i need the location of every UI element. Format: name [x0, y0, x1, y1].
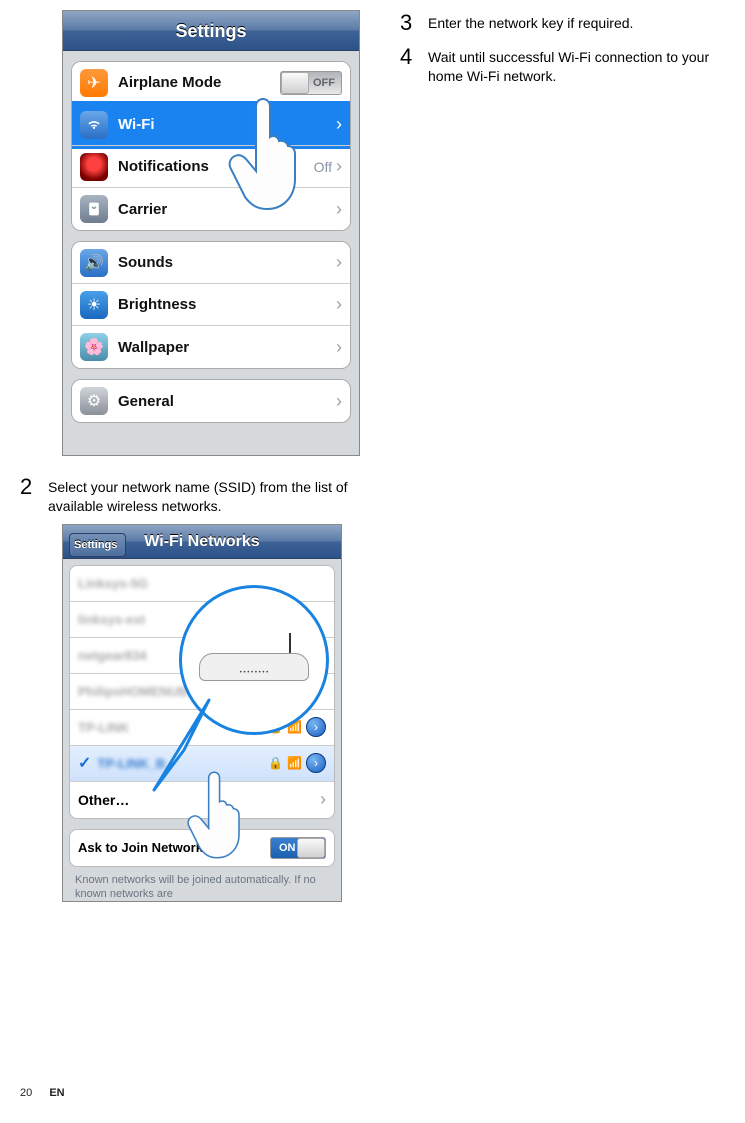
row-wifi[interactable]: Wi-Fi › — [72, 104, 350, 146]
step-number: 4 — [400, 44, 428, 86]
settings-group-3: ⚙ General › — [71, 379, 351, 423]
settings-screenshot: Settings ✈ Airplane Mode OFF Wi-Fi — [62, 10, 360, 456]
row-label: Wi-Fi — [118, 116, 332, 133]
brightness-icon: ☀ — [80, 291, 108, 319]
row-label: Carrier — [118, 201, 332, 218]
chevron-icon: › — [336, 199, 342, 220]
chevron-icon: › — [336, 391, 342, 412]
navbar-title: Wi-Fi Networks — [144, 533, 259, 550]
step-4: 4 Wait until successful Wi-Fi connection… — [400, 44, 725, 86]
ask-label: Ask to Join Networks — [78, 840, 270, 855]
checkmark-icon: ✓ — [78, 753, 91, 773]
navbar: Settings — [63, 11, 359, 51]
navbar-title: Settings — [175, 21, 246, 41]
lock-icon: 🔒 — [268, 756, 283, 770]
ask-to-join-group: Ask to Join Networks ON — [69, 829, 335, 867]
row-sounds[interactable]: 🔊 Sounds › — [72, 242, 350, 284]
toggle-knob — [297, 838, 325, 858]
language-code: EN — [49, 1087, 64, 1099]
row-airplane-mode[interactable]: ✈ Airplane Mode OFF — [72, 62, 350, 104]
general-icon: ⚙ — [80, 387, 108, 415]
chevron-icon: › — [320, 789, 326, 810]
settings-group-2: 🔊 Sounds › ☀ Brightness › 🌸 Wallpaper › — [71, 241, 351, 369]
row-notifications[interactable]: Notifications Off › — [72, 146, 350, 188]
step-number: 3 — [400, 10, 428, 36]
step-text: Enter the network key if required. — [428, 10, 633, 36]
settings-group-1: ✈ Airplane Mode OFF Wi-Fi › Not — [71, 61, 351, 231]
navbar: Settings Wi-Fi Networks — [63, 525, 341, 559]
footnote: Known networks will be joined automatica… — [75, 873, 329, 901]
row-wallpaper[interactable]: 🌸 Wallpaper › — [72, 326, 350, 368]
row-label: Sounds — [118, 254, 332, 271]
row-label: General — [118, 393, 332, 410]
chevron-icon: › — [336, 114, 342, 135]
toggle-knob — [281, 72, 309, 94]
notifications-icon — [80, 153, 108, 181]
chevron-icon: › — [336, 337, 342, 358]
row-value: Off — [314, 159, 332, 175]
step-number: 2 — [20, 474, 48, 516]
step-text: Select your network name (SSID) from the… — [48, 474, 360, 516]
router-callout — [179, 585, 349, 755]
wifi-networks-screenshot: Settings Wi-Fi Networks Linksys-5G links… — [62, 524, 342, 902]
chevron-icon: › — [336, 294, 342, 315]
router-icon — [199, 635, 309, 685]
airplane-icon: ✈ — [80, 69, 108, 97]
ask-toggle[interactable]: ON — [270, 837, 326, 859]
page-number: 20 — [20, 1087, 32, 1099]
ask-to-join-row[interactable]: Ask to Join Networks ON — [70, 830, 334, 866]
row-label: Airplane Mode — [118, 74, 280, 91]
row-carrier[interactable]: Carrier › — [72, 188, 350, 230]
detail-button[interactable]: › — [306, 753, 326, 773]
step-3: 3 Enter the network key if required. — [400, 10, 725, 36]
step-text: Wait until successful Wi-Fi connection t… — [428, 44, 725, 86]
sounds-icon: 🔊 — [80, 249, 108, 277]
step-2: 2 Select your network name (SSID) from t… — [20, 474, 360, 516]
callout-tail — [149, 695, 229, 805]
airplane-toggle[interactable]: OFF — [280, 71, 342, 95]
back-button[interactable]: Settings — [69, 533, 126, 557]
row-general[interactable]: ⚙ General › — [72, 380, 350, 422]
chevron-icon: › — [336, 252, 342, 273]
wifi-signal-icon: 📶 — [287, 756, 302, 770]
chevron-icon: › — [336, 156, 342, 177]
row-brightness[interactable]: ☀ Brightness › — [72, 284, 350, 326]
page-footer: 20 EN — [20, 1087, 65, 1099]
row-label: Wallpaper — [118, 339, 332, 356]
row-label: Notifications — [118, 158, 314, 175]
wifi-icon — [80, 111, 108, 139]
carrier-icon — [80, 195, 108, 223]
wallpaper-icon: 🌸 — [80, 333, 108, 361]
row-label: Brightness — [118, 296, 332, 313]
